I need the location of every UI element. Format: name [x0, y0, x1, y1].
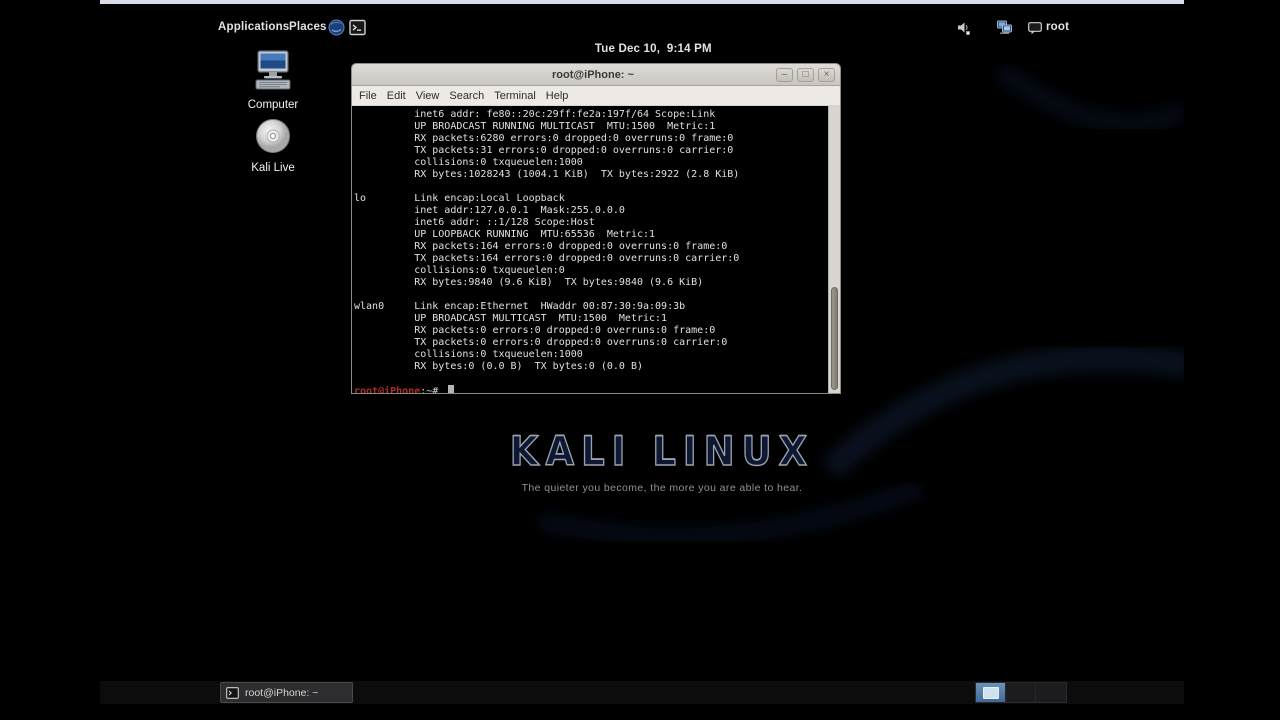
cd-disc-icon — [256, 119, 290, 153]
applications-menu[interactable]: Applications — [218, 21, 289, 33]
close-button[interactable]: × — [818, 67, 835, 82]
terminal-output: inet6 addr: fe80::20c:29ff:fe2a:197f/64 … — [354, 109, 740, 372]
terminal-cursor — [448, 385, 455, 393]
volume-muted-icon[interactable] — [956, 19, 973, 36]
menu-edit[interactable]: Edit — [382, 90, 411, 102]
desktop-icon-kali-live[interactable]: Kali Live — [228, 117, 318, 174]
workspace-2[interactable] — [1006, 683, 1036, 702]
terminal-launcher-icon[interactable] — [349, 19, 366, 36]
username-menu[interactable]: root — [1046, 21, 1069, 33]
scrollbar-thumb[interactable] — [831, 286, 838, 391]
workspace-switcher — [975, 682, 1067, 703]
top-panel: Applications Places Tue Dec 10, 9:14 PM — [100, 4, 1184, 55]
maximize-button[interactable]: □ — [797, 67, 814, 82]
chat-bubble-icon[interactable] — [1028, 22, 1042, 35]
terminal-output-area[interactable]: inet6 addr: fe80::20c:29ff:fe2a:197f/64 … — [352, 106, 840, 393]
wallpaper-branding: KALI LINUX The quieter you become, the m… — [120, 428, 1204, 494]
workspace-1-active[interactable] — [976, 683, 1006, 702]
menu-terminal[interactable]: Terminal — [489, 90, 541, 102]
desktop-icon-computer[interactable]: Computer — [228, 50, 318, 111]
desktop-icon-label: Kali Live — [251, 162, 295, 174]
wallpaper-title: KALI LINUX — [509, 428, 815, 476]
bottom-taskbar: root@iPhone: ~ — [100, 681, 1184, 704]
browser-globe-icon[interactable] — [328, 19, 345, 36]
window-controls: – □ × — [776, 67, 840, 82]
terminal-window: root@iPhone: ~ – □ × File Edit View Sear… — [351, 63, 841, 394]
prompt-user-host: root@iPhone — [354, 386, 421, 393]
terminal-prompt: root@iPhone:~# — [354, 385, 455, 393]
prompt-suffix: :~# — [420, 386, 445, 393]
menu-search[interactable]: Search — [444, 90, 489, 102]
menu-file[interactable]: File — [354, 90, 382, 102]
network-icon[interactable] — [996, 19, 1013, 36]
taskbar-item-terminal[interactable]: root@iPhone: ~ — [220, 682, 353, 703]
wallpaper-tagline: The quieter you become, the more you are… — [521, 482, 803, 494]
taskbar-item-label: root@iPhone: ~ — [245, 686, 319, 699]
window-title: root@iPhone: ~ — [552, 68, 634, 81]
terminal-menubar: File Edit View Search Terminal Help — [352, 86, 840, 106]
terminal-task-icon — [226, 686, 239, 699]
terminal-titlebar[interactable]: root@iPhone: ~ – □ × — [352, 64, 840, 86]
workspace-3[interactable] — [1036, 683, 1066, 702]
computer-icon — [255, 50, 291, 90]
desktop-screen: Applications Places Tue Dec 10, 9:14 PM — [100, 0, 1184, 720]
terminal-scrollbar[interactable] — [828, 106, 840, 393]
desktop-icon-label: Computer — [247, 99, 299, 111]
places-menu[interactable]: Places — [289, 21, 327, 33]
workspace-window-thumbnail — [983, 687, 999, 699]
minimize-button[interactable]: – — [776, 67, 793, 82]
menu-view[interactable]: View — [411, 90, 445, 102]
menu-help[interactable]: Help — [541, 90, 574, 102]
